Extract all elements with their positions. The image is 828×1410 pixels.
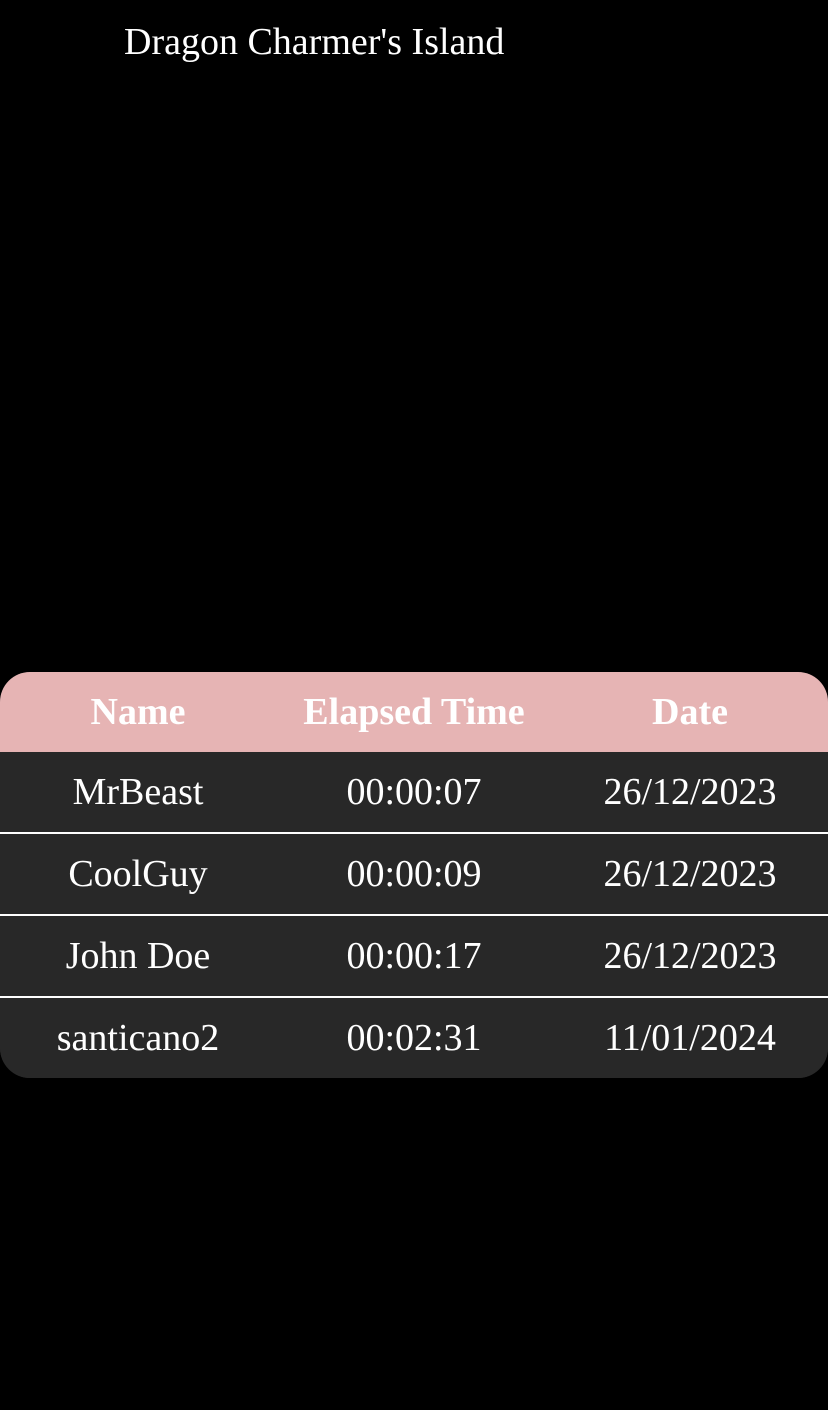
elapsed-time-cell: 00:00:09 [346,853,482,895]
player-name-cell: MrBeast [72,771,204,813]
date-cell: 26/12/2023 [603,935,777,977]
table-row: John Doe 00:00:17 26/12/2023 [0,914,828,996]
elapsed-time-cell: 00:00:17 [346,935,482,977]
date-cell: 26/12/2023 [603,771,777,813]
date-cell: 11/01/2024 [604,1017,776,1059]
table-body: MrBeast 00:00:07 26/12/2023 CoolGuy 00:0… [0,752,828,1078]
table-row: MrBeast 00:00:07 26/12/2023 [0,752,828,832]
page-title: Dragon Charmer's Island [124,21,505,63]
date-cell: 26/12/2023 [603,853,777,895]
column-header-elapsed-time: Elapsed Time [303,691,525,733]
leaderboard-table: Name Elapsed Time Date MrBeast 00:00:07 … [0,672,828,1078]
player-name-cell: santicano2 [56,1017,220,1059]
elapsed-time-cell: 00:02:31 [346,1017,482,1059]
player-name-cell: John Doe [65,935,211,977]
player-name-cell: CoolGuy [68,853,208,895]
column-header-date: Date [652,691,728,733]
column-header-name: Name [90,691,186,733]
table-row: CoolGuy 00:00:09 26/12/2023 [0,832,828,914]
elapsed-time-cell: 00:00:07 [346,771,482,813]
table-row: santicano2 00:02:31 11/01/2024 [0,996,828,1078]
table-header: Name Elapsed Time Date [0,672,828,752]
